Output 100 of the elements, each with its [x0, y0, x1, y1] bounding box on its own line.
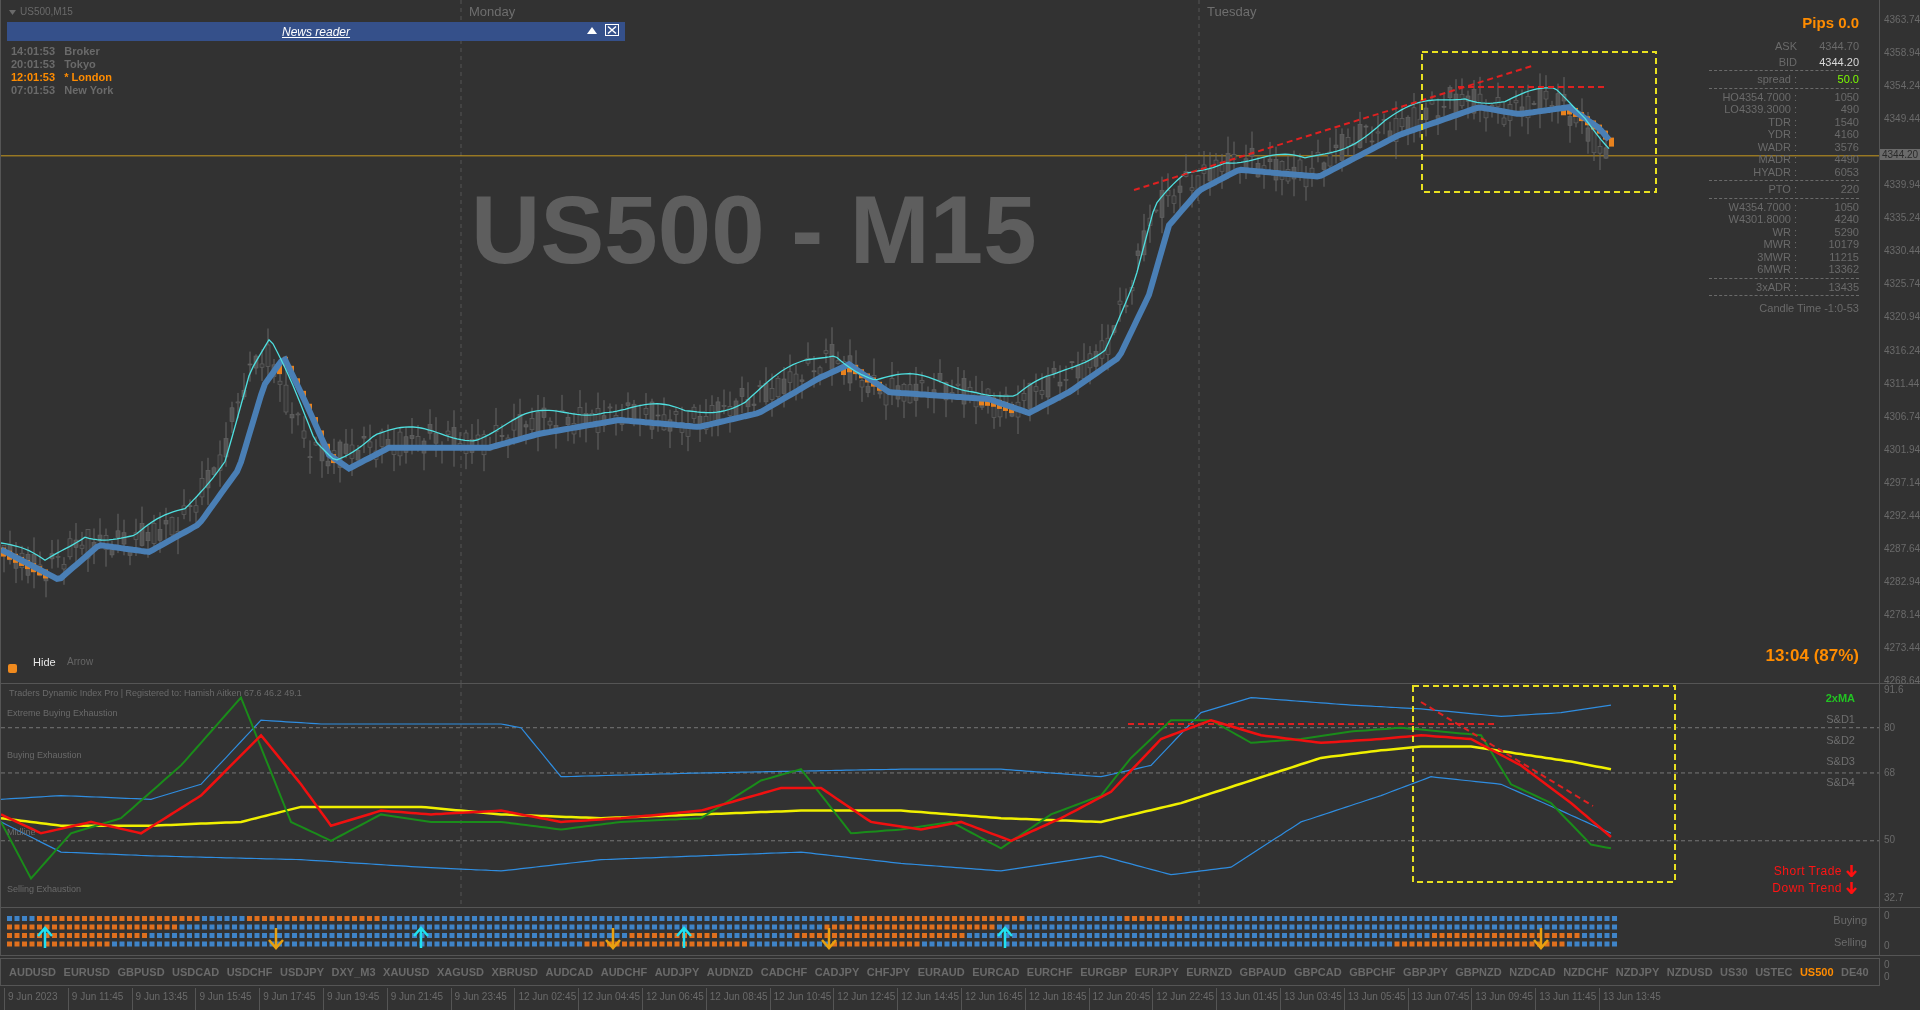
symbol-tab[interactable]: AUDNZD: [706, 966, 754, 978]
symbol-tab[interactable]: DXY_M3: [331, 966, 376, 978]
symbol-tab[interactable]: GBPUSD: [117, 966, 165, 978]
symbol-tab[interactable]: EURCHF: [1026, 966, 1073, 978]
down-arrow-icon: [1846, 865, 1857, 877]
alert-icon[interactable]: [8, 664, 17, 673]
legend-label: S&D1: [1826, 713, 1855, 725]
symbol-tab[interactable]: DE40: [1841, 966, 1869, 978]
price-label: 4278.14: [1884, 608, 1920, 620]
stat-label: WADR :: [1756, 140, 1797, 153]
symbol-tab[interactable]: GBPJPY: [1403, 966, 1448, 978]
legend-label: 2xMA: [1825, 692, 1855, 704]
stat-value: 490: [1839, 103, 1859, 116]
symbol-tab[interactable]: GBPCAD: [1293, 966, 1342, 978]
legend-label: S&D4: [1826, 776, 1855, 788]
bid-price: 4344.20: [1818, 55, 1859, 68]
current-price-tag: 4344.20: [1880, 148, 1920, 160]
stat-value: 13362: [1827, 263, 1859, 276]
session-clock: 12:01:53 * London: [11, 71, 113, 84]
stat-value: 6053: [1833, 165, 1859, 178]
stat-value: 3576: [1833, 140, 1859, 153]
symbol-tab[interactable]: USDCAD: [172, 966, 220, 978]
stat-value: 4490: [1833, 153, 1859, 166]
price-label: 4292.44: [1884, 509, 1920, 521]
price-label: 4268.64: [1884, 675, 1920, 686]
stat-label: TDR :: [1767, 115, 1797, 128]
pips-readout: Pips 0.0: [1802, 14, 1859, 31]
price-label: 4311.44: [1884, 377, 1920, 389]
symbol-tab[interactable]: CHFJPY: [866, 966, 911, 978]
symbol-tab[interactable]: AUDJPY: [654, 966, 700, 978]
symbol-tab[interactable]: NZDCHF: [1563, 966, 1609, 978]
down-arrow-icon: [1846, 882, 1857, 894]
symbol-tab[interactable]: XAGUSD: [437, 966, 485, 978]
symbol-tab[interactable]: GBPAUD: [1239, 966, 1287, 978]
session-clock: 14:01:53 Broker: [11, 45, 101, 58]
stat-label: 6MWR :: [1756, 263, 1797, 276]
signal-text: Short Trade: [1773, 864, 1842, 878]
symbol-tab[interactable]: AUDUSD: [9, 966, 57, 978]
symbol-tab[interactable]: CADCHF: [760, 966, 808, 978]
stat-value: 1540: [1833, 115, 1859, 128]
spread-value: 50.0: [1836, 73, 1859, 86]
stat-value: 4160: [1833, 128, 1859, 141]
ask-price: 4344.70: [1818, 40, 1859, 53]
symbol-tab[interactable]: EURNZD: [1186, 966, 1233, 978]
stat-value: 4240: [1833, 213, 1859, 226]
price-label: 4330.44: [1884, 245, 1920, 257]
symbol-tab[interactable]: USDCHF: [226, 966, 273, 978]
symbol-tab[interactable]: GBPNZD: [1455, 966, 1502, 978]
stat-label: HO4354.7000 :: [1721, 90, 1797, 103]
price-label: 4358.94: [1884, 47, 1920, 59]
candle-countdown: 13:04 (87%): [1765, 646, 1859, 666]
stat-label: 3xADR :: [1755, 280, 1797, 293]
stat-label: WR :: [1771, 225, 1797, 238]
price-label: 4287.64: [1884, 542, 1920, 554]
stat-label: MWR :: [1762, 238, 1797, 251]
symbol-tab[interactable]: NZDUSD: [1666, 966, 1713, 978]
signal-row-label: Selling: [1833, 936, 1867, 948]
price-label: 4273.44: [1884, 641, 1920, 653]
symbol-tab[interactable]: XBRUSD: [491, 966, 538, 978]
signal-text: Down Trend: [1772, 881, 1842, 895]
symbol-tab[interactable]: CADJPY: [814, 966, 860, 978]
symbol-tab[interactable]: EURCAD: [972, 966, 1020, 978]
day-label: Monday: [469, 4, 516, 19]
symbol-tab[interactable]: NZDJPY: [1615, 966, 1660, 978]
symbol-tab[interactable]: USDJPY: [280, 966, 324, 978]
dropdown-caret-icon[interactable]: [9, 10, 16, 15]
price-label: 4297.14: [1884, 476, 1920, 488]
close-icon[interactable]: [605, 24, 619, 36]
symbol-tab[interactable]: AUDCAD: [545, 966, 594, 978]
session-clock: 20:01:53 Tokyo: [11, 58, 97, 71]
stat-label: HYADR :: [1752, 165, 1797, 178]
stat-label: MADR :: [1757, 153, 1797, 166]
stat-value: 13435: [1827, 280, 1859, 293]
symbol-tab[interactable]: EURAUD: [917, 966, 965, 978]
day-label: Tuesday: [1207, 4, 1257, 19]
symbol-tab[interactable]: EURJPY: [1134, 966, 1179, 978]
legend-label: S&D3: [1826, 755, 1855, 767]
symbol-tab[interactable]: AUDCHF: [600, 966, 648, 978]
stat-label: 3MWR :: [1756, 250, 1797, 263]
toggle-button[interactable]: Hide: [33, 656, 56, 668]
symbol-tab[interactable]: USTEC: [1755, 966, 1793, 978]
symbol-tab[interactable]: EURGBP: [1080, 966, 1128, 978]
session-clock: 07:01:53 New York: [11, 84, 114, 97]
symbol-tab[interactable]: NZDCAD: [1509, 966, 1556, 978]
symbol-tab[interactable]: US30: [1720, 966, 1748, 978]
collapse-icon[interactable]: [587, 26, 597, 34]
symbol-tab[interactable]: XAUUSD: [383, 966, 430, 978]
stat-label: PTO :: [1767, 183, 1797, 196]
price-label: 4316.24: [1884, 344, 1920, 356]
symbol-tab[interactable]: GBPCHF: [1349, 966, 1396, 978]
news-reader-title[interactable]: News reader: [282, 24, 350, 39]
symbol-tab[interactable]: EURUSD: [63, 966, 110, 978]
symbol-tab[interactable]: US500: [1799, 966, 1834, 978]
bid-label: BID: [1777, 55, 1797, 68]
signal-row-label: Buying: [1833, 914, 1867, 926]
news-reader-bar[interactable]: News reader: [7, 22, 625, 41]
price-label: 4354.24: [1884, 80, 1920, 92]
price-label: 4335.24: [1884, 212, 1920, 224]
price-label: 4306.74: [1884, 410, 1920, 422]
stat-label: LO4339.3000 :: [1723, 103, 1797, 116]
